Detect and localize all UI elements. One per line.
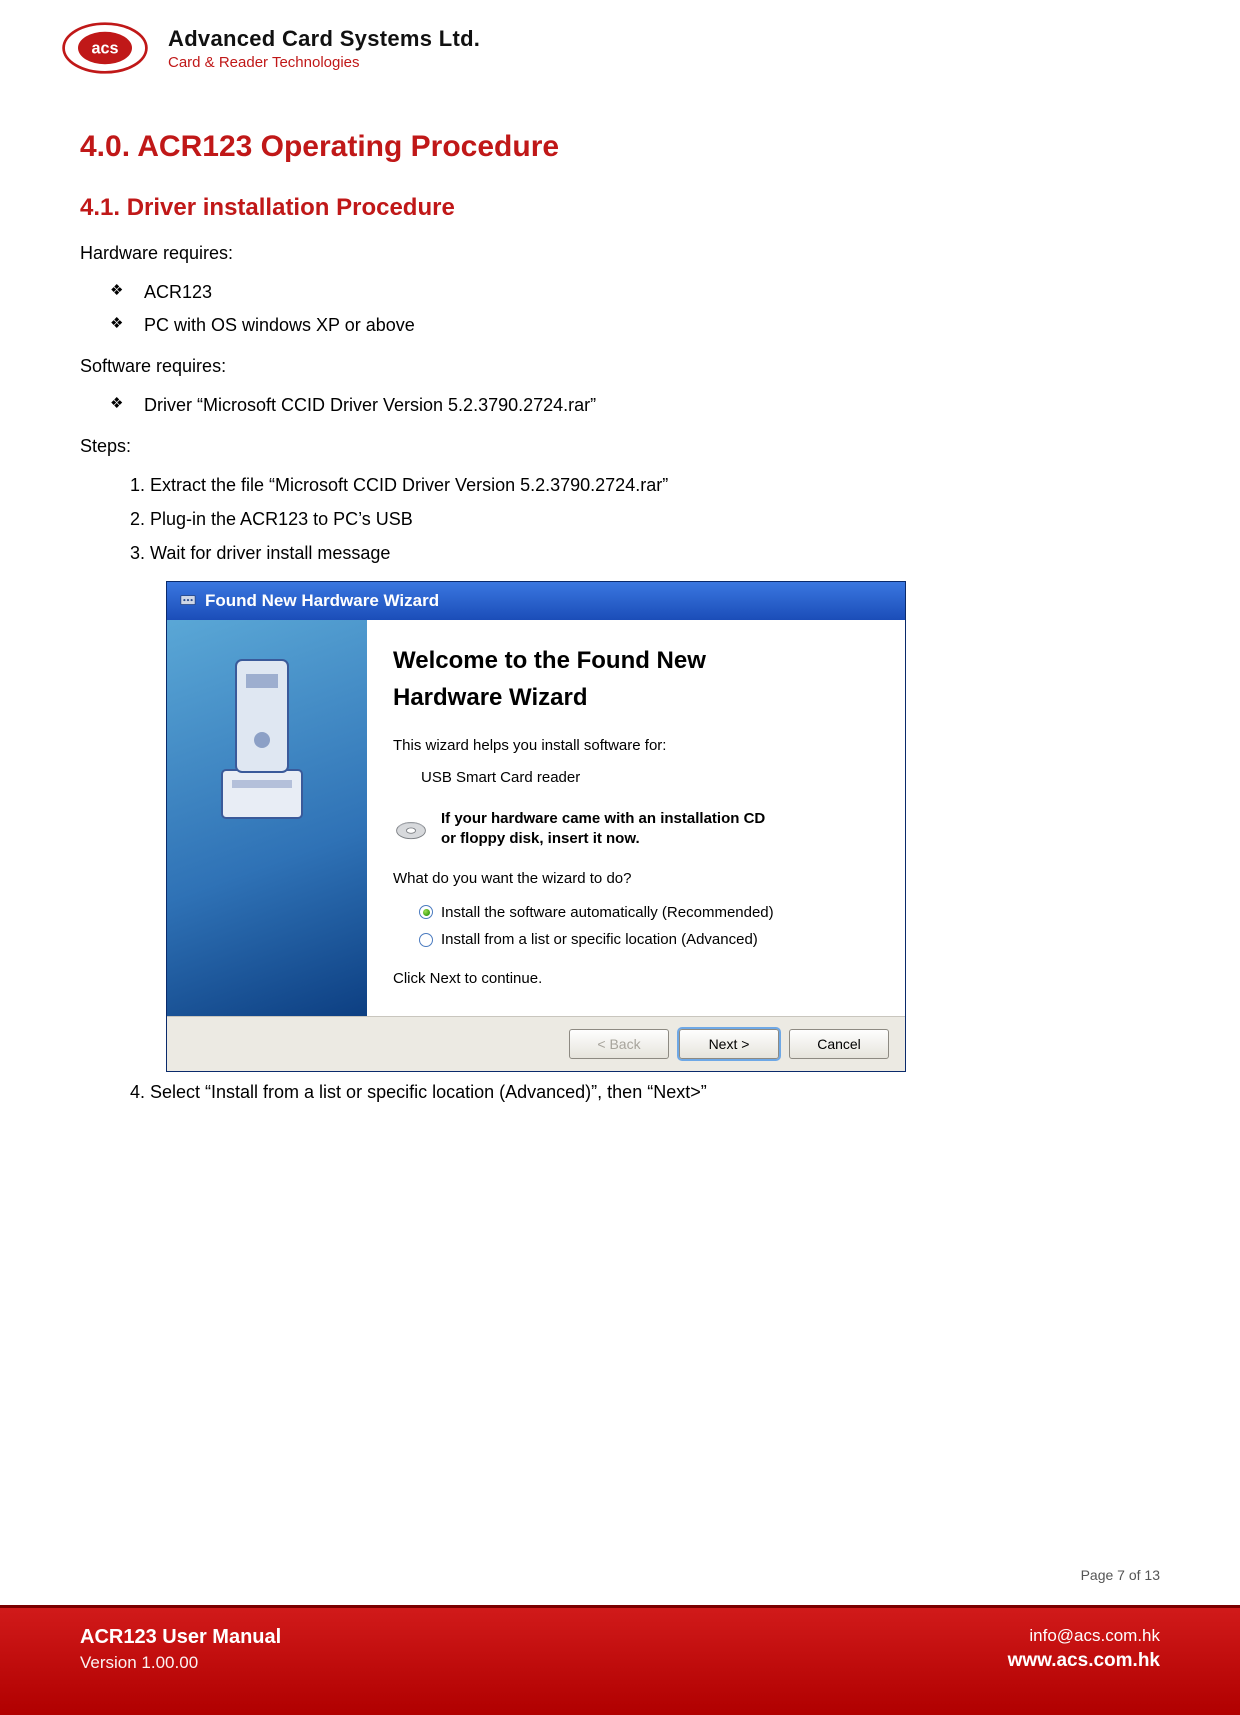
wizard-radio-auto[interactable]: Install the software automatically (Reco… [419,899,879,926]
logo-text: acs [91,39,118,57]
list-item: Driver “Microsoft CCID Driver Version 5.… [144,389,1160,423]
wizard-heading-line1: Welcome to the Found New [393,647,706,674]
wizard-radio-auto-label: Install the software automatically (Reco… [441,901,774,924]
section-heading-4-0: 4.0. ACR123 Operating Procedure [80,124,1160,171]
wizard-radio-list-label: Install from a list or specific location… [441,928,758,951]
section-heading-4-1: 4.1. Driver installation Procedure [80,189,1160,226]
page-number: Page 7 of 13 [1081,1567,1160,1583]
list-item: Extract the file “Microsoft CCID Driver … [150,469,1160,503]
wizard-heading-line2: Hardware Wizard [393,684,588,711]
radio-dot-selected-icon [419,905,433,919]
hardware-requires-list: ACR123 PC with OS windows XP or above [80,276,1160,344]
wizard-cd-text-line2: or floppy disk, insert it now. [441,830,640,847]
wizard-window: Found New Hardware Wizard Welcome to the… [166,581,906,1073]
contact-email: info@acs.com.hk [1008,1626,1160,1646]
wizard-cd-text-line1: If your hardware came with an installati… [441,810,765,827]
wizard-continue-text: Click Next to continue. [393,967,879,990]
company-name: Advanced Card Systems Ltd. [168,26,480,52]
list-item: Plug-in the ACR123 to PC’s USB [150,503,1160,537]
wizard-titlebar: Found New Hardware Wizard [167,582,905,620]
company-logo: acs [60,20,150,76]
page-footer: ACR123 User Manual Version 1.00.00 info@… [0,1605,1240,1715]
list-item: ACR123 [144,276,1160,310]
hardware-requires-label: Hardware requires: [80,240,1160,268]
document-version: Version 1.00.00 [80,1653,281,1673]
steps-list-continued: Select “Install from a list or specific … [80,1076,1160,1110]
wizard-device-name: USB Smart Card reader [421,766,879,789]
wizard-screenshot: Found New Hardware Wizard Welcome to the… [166,581,906,1073]
radio-dot-icon [419,933,433,947]
wizard-radio-list[interactable]: Install from a list or specific location… [419,926,879,953]
document-title: ACR123 User Manual [80,1626,281,1649]
list-item: Wait for driver install message [150,537,1160,571]
wizard-sidebar-image [167,620,367,1016]
wizard-button-bar: < Back Next > Cancel [167,1016,905,1071]
company-tagline: Card & Reader Technologies [168,54,480,71]
list-item: Select “Install from a list or specific … [150,1076,1160,1110]
wizard-title-text: Found New Hardware Wizard [205,588,439,614]
list-item: PC with OS windows XP or above [144,309,1160,343]
cd-icon [393,809,429,845]
wizard-intro-text: This wizard helps you install software f… [393,734,879,757]
wizard-question: What do you want the wizard to do? [393,867,879,890]
contact-website: www.acs.com.hk [1008,1650,1160,1672]
wizard-radio-group: Install the software automatically (Reco… [419,899,879,954]
page-header: acs Advanced Card Systems Ltd. Card & Re… [0,0,1240,86]
software-requires-list: Driver “Microsoft CCID Driver Version 5.… [80,389,1160,423]
steps-list: Extract the file “Microsoft CCID Driver … [80,469,1160,571]
software-requires-label: Software requires: [80,353,1160,381]
hardware-icon [179,592,197,610]
steps-label: Steps: [80,433,1160,461]
cancel-button[interactable]: Cancel [789,1029,889,1059]
next-button[interactable]: Next > [679,1029,779,1059]
back-button[interactable]: < Back [569,1029,669,1059]
wizard-content: Welcome to the Found New Hardware Wizard… [367,620,905,1016]
document-body: 4.0. ACR123 Operating Procedure 4.1. Dri… [0,86,1240,1110]
